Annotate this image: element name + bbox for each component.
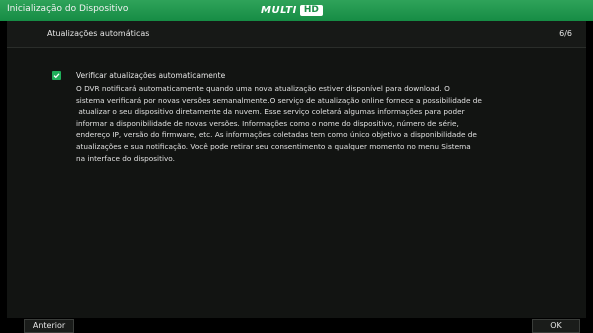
brand-badge: HD <box>299 5 323 16</box>
auto-update-label: Verificar atualizações automaticamente <box>76 70 226 80</box>
previous-button[interactable]: Anterior <box>24 319 74 333</box>
description-line: na interface do dispositivo. <box>76 153 175 163</box>
update-description: O DVR notificará automaticamente quando … <box>76 83 576 164</box>
wizard-panel: Atualizações automáticas 6/6 Verificar a… <box>7 21 586 318</box>
description-line: atualizar o seu dispositivo diretamente … <box>76 107 465 117</box>
description-line: endereço IP, versão do firmware, etc. As… <box>76 130 477 140</box>
brand-logo: MULTI HD <box>261 4 323 17</box>
checkmark-icon <box>53 72 60 78</box>
description-line: O DVR notificará automaticamente quando … <box>76 84 450 93</box>
title-bar: Inicialização do Dispositivo MULTI HD <box>0 0 593 21</box>
section-header: Atualizações automáticas 6/6 <box>7 21 586 48</box>
description-line: sistema verificará por novas versões sem… <box>76 95 482 105</box>
window-title: Inicialização do Dispositivo <box>7 4 129 14</box>
auto-update-option[interactable]: Verificar atualizações automaticamente <box>52 69 225 81</box>
description-line: atualizações e sua notificação. Você pod… <box>76 141 471 151</box>
ok-button[interactable]: OK <box>532 319 580 333</box>
brand-text: MULTI <box>261 5 297 16</box>
section-title: Atualizações automáticas <box>47 29 150 38</box>
step-indicator: 6/6 <box>559 29 572 38</box>
description-line: informar a disponibilidade de novas vers… <box>76 118 459 128</box>
auto-update-checkbox[interactable] <box>52 70 61 80</box>
